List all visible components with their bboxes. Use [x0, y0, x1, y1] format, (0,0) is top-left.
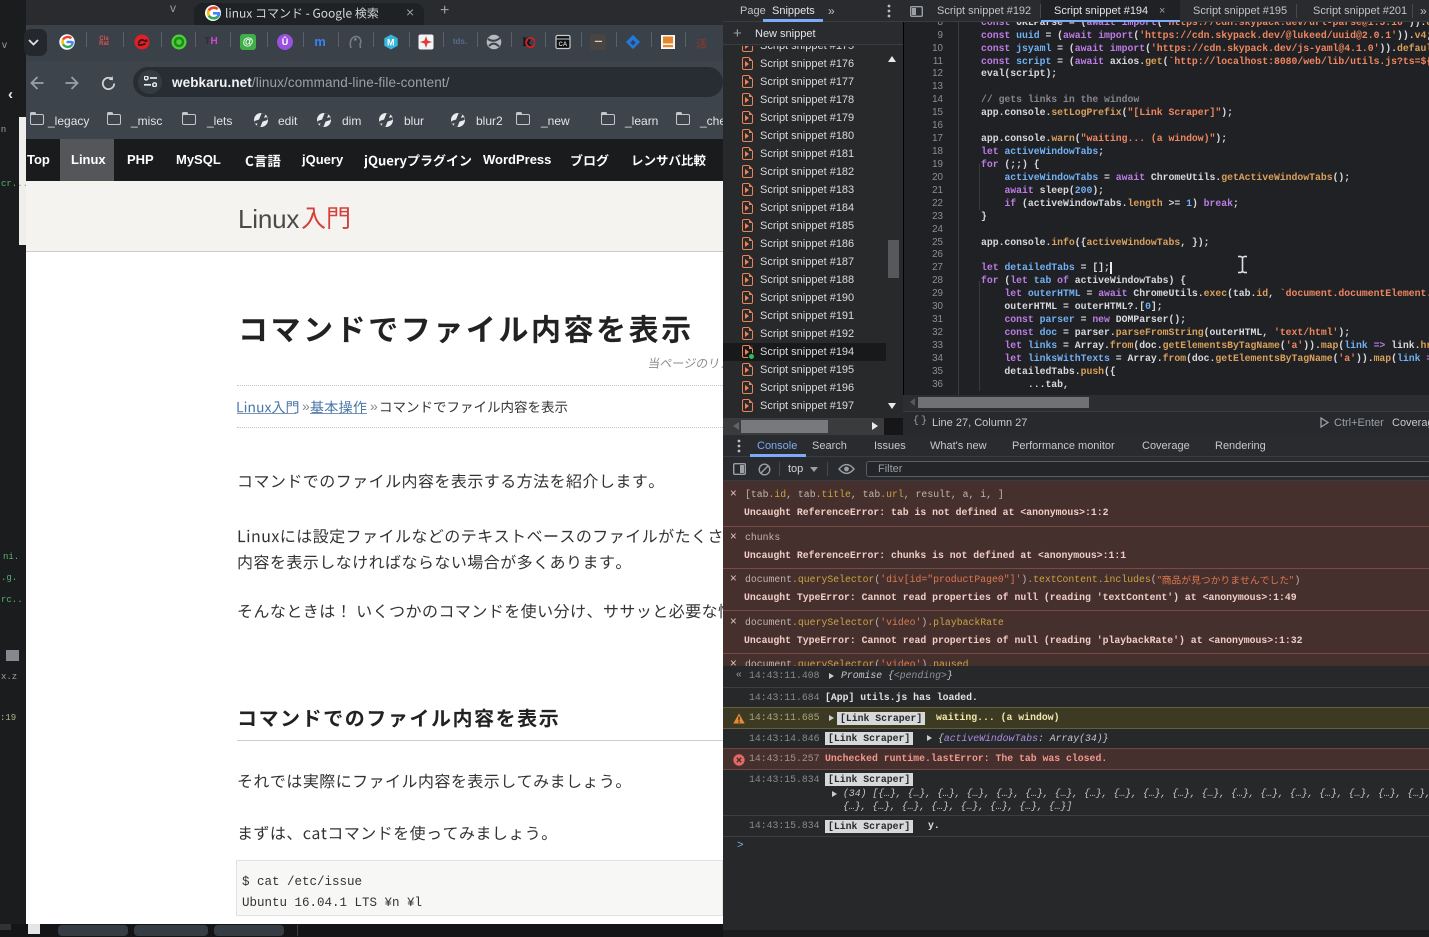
svg-text:M: M	[387, 37, 395, 47]
svg-text:CA: CA	[559, 42, 568, 48]
svg-text:*: *	[354, 38, 357, 45]
